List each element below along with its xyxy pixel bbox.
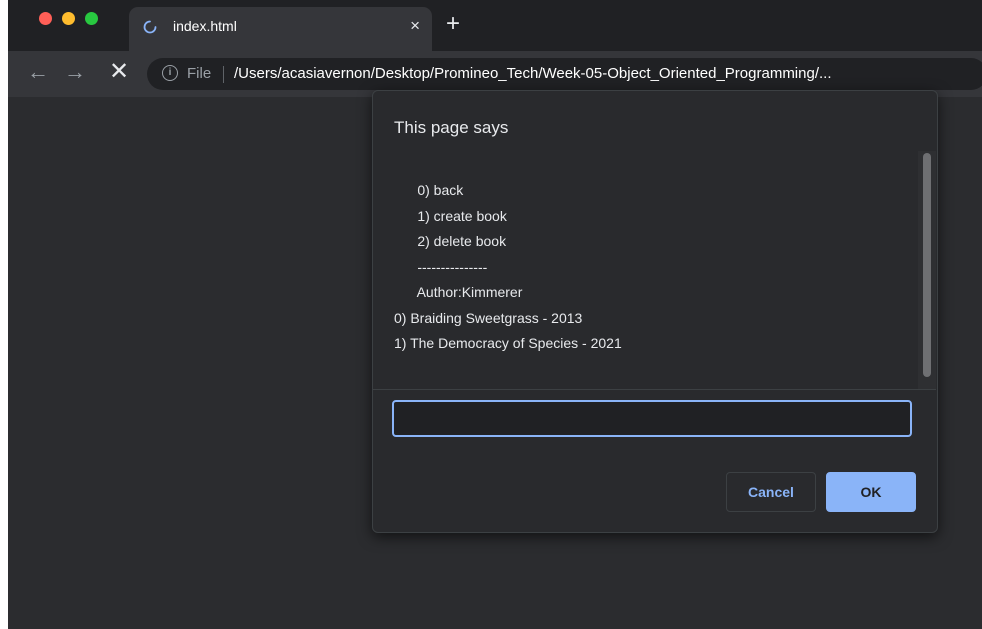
window-close-button[interactable]: [39, 12, 52, 25]
stop-icon[interactable]: ✕: [109, 60, 129, 84]
message-scrollbar[interactable]: [918, 151, 936, 389]
window-minimize-button[interactable]: [62, 12, 75, 25]
scrollbar-thumb[interactable]: [923, 153, 931, 377]
tab-index-html[interactable]: index.html ×: [129, 7, 432, 51]
prompt-dialog: This page says 0) back 1) create book 2)…: [372, 90, 938, 533]
cancel-button[interactable]: Cancel: [726, 472, 816, 512]
ok-button[interactable]: OK: [826, 472, 916, 512]
dialog-message: 0) back 1) create book 2) delete book --…: [394, 182, 622, 351]
tab-title: index.html: [173, 18, 237, 34]
dialog-title: This page says: [394, 118, 509, 137]
forward-arrow-icon[interactable]: →: [64, 60, 86, 84]
tab-close-icon[interactable]: ×: [410, 17, 420, 35]
new-tab-icon[interactable]: +: [446, 12, 460, 36]
loading-spinner-icon: [143, 20, 157, 34]
dialog-message-area: 0) back 1) create book 2) delete book --…: [373, 151, 936, 390]
url-text[interactable]: /Users/acasiavernon/Desktop/Promineo_Tec…: [234, 65, 832, 82]
window-maximize-button[interactable]: [85, 12, 98, 25]
browser-window: index.html × + ← → ✕ i File /Users/acasi…: [8, 0, 982, 629]
address-bar[interactable]: i File /Users/acasiavernon/Desktop/Promi…: [147, 58, 982, 90]
address-separator: [223, 66, 224, 83]
prompt-input[interactable]: [392, 400, 912, 437]
tab-strip: index.html × +: [8, 0, 982, 54]
back-arrow-icon[interactable]: ←: [27, 60, 49, 84]
info-icon[interactable]: i: [162, 65, 178, 81]
scheme-label: File: [187, 65, 212, 82]
